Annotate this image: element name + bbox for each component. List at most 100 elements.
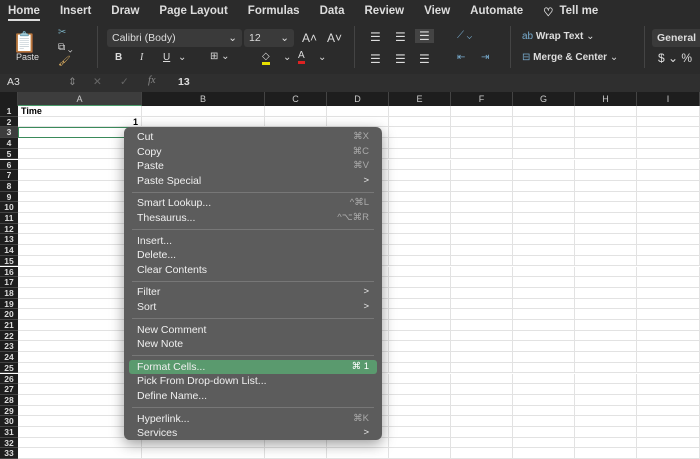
cell[interactable]: [575, 170, 637, 181]
align-center-icon[interactable]: ☰: [395, 52, 406, 66]
decrease-font-icon[interactable]: A˅: [327, 31, 342, 45]
row-header[interactable]: 18: [0, 287, 18, 299]
cell[interactable]: [451, 148, 513, 160]
increase-indent-icon[interactable]: ⇥: [481, 52, 489, 63]
menu-item-thesaurus[interactable]: Thesaurus... ^⌥⌘R: [129, 211, 377, 226]
cell[interactable]: [575, 245, 637, 256]
cell[interactable]: [451, 277, 513, 288]
cell[interactable]: [513, 437, 575, 449]
menu-item-clear-contents[interactable]: Clear Contents: [129, 263, 377, 278]
cell[interactable]: [389, 234, 451, 246]
cell[interactable]: [513, 127, 575, 139]
column-header-B[interactable]: B: [142, 92, 265, 106]
row-header[interactable]: 17: [0, 277, 18, 288]
menu-item-services[interactable]: Services >: [129, 426, 377, 441]
cell[interactable]: [513, 255, 575, 267]
menu-item-new-comment[interactable]: New Comment: [129, 323, 377, 338]
row-header[interactable]: 23: [0, 341, 18, 353]
enter-icon[interactable]: ✓: [120, 76, 129, 88]
cell[interactable]: [575, 373, 637, 385]
cell[interactable]: [389, 362, 451, 374]
menu-item-sort[interactable]: Sort >: [129, 300, 377, 315]
cell[interactable]: [637, 223, 700, 235]
cell[interactable]: [637, 437, 700, 449]
menu-item-paste-special[interactable]: Paste Special >: [129, 174, 377, 189]
cell[interactable]: [575, 330, 637, 342]
cell[interactable]: [513, 373, 575, 385]
cell[interactable]: [513, 298, 575, 310]
font-size-select[interactable]: 12 ⌄: [244, 29, 294, 47]
cell[interactable]: [637, 127, 700, 139]
cell[interactable]: [389, 448, 451, 459]
orientation-icon[interactable]: ⟋ ⌄: [457, 30, 472, 41]
cell[interactable]: [637, 245, 700, 256]
cell[interactable]: [575, 255, 637, 267]
cut-icon[interactable]: ✂: [58, 27, 66, 38]
column-header-E[interactable]: E: [389, 92, 451, 106]
cell[interactable]: [513, 309, 575, 320]
cell[interactable]: [389, 416, 451, 427]
row-header[interactable]: 29: [0, 405, 18, 417]
cell[interactable]: [451, 234, 513, 246]
cell[interactable]: [637, 298, 700, 310]
cell[interactable]: [389, 352, 451, 363]
row-header[interactable]: 4: [0, 138, 18, 149]
cell[interactable]: [389, 309, 451, 320]
cell[interactable]: [513, 223, 575, 235]
cell[interactable]: [637, 384, 700, 395]
cell[interactable]: [637, 277, 700, 288]
column-header-I[interactable]: I: [637, 92, 700, 106]
align-top-icon[interactable]: ☰: [370, 30, 381, 44]
cell[interactable]: [637, 159, 700, 171]
cell[interactable]: [575, 266, 637, 278]
cell[interactable]: [513, 148, 575, 160]
cell[interactable]: [513, 159, 575, 171]
cell[interactable]: [575, 213, 637, 224]
cell[interactable]: [327, 116, 389, 128]
cell[interactable]: [451, 394, 513, 406]
row-header[interactable]: 33: [0, 448, 18, 459]
tab-page-layout[interactable]: Page Layout: [159, 5, 227, 21]
cell[interactable]: [389, 138, 451, 149]
cell[interactable]: [513, 180, 575, 192]
cell[interactable]: [327, 448, 389, 459]
row-header[interactable]: 8: [0, 180, 18, 192]
row-header[interactable]: 22: [0, 330, 18, 342]
cell[interactable]: [513, 448, 575, 459]
align-left-icon[interactable]: ☰: [370, 52, 381, 66]
cell[interactable]: [451, 341, 513, 353]
cell[interactable]: [451, 330, 513, 342]
fill-color-dropdown-icon[interactable]: ⌄: [283, 52, 291, 63]
cell[interactable]: [575, 202, 637, 213]
cell[interactable]: [575, 148, 637, 160]
cell[interactable]: [637, 180, 700, 192]
cell[interactable]: [637, 416, 700, 427]
menu-item-cut[interactable]: Cut ⌘X: [129, 130, 377, 145]
borders-icon[interactable]: ⊞ ⌄: [210, 51, 230, 62]
cell[interactable]: [451, 202, 513, 213]
cell[interactable]: [637, 427, 700, 438]
cell[interactable]: [451, 373, 513, 385]
menu-item-define-name[interactable]: Define Name...: [129, 389, 377, 404]
row-header[interactable]: 13: [0, 234, 18, 246]
cell[interactable]: [637, 255, 700, 267]
cell[interactable]: [513, 277, 575, 288]
cell[interactable]: [18, 448, 142, 459]
cell[interactable]: [575, 394, 637, 406]
cell[interactable]: [265, 106, 327, 117]
row-header[interactable]: 3: [0, 127, 18, 139]
cell[interactable]: [513, 170, 575, 181]
cell-a1[interactable]: Time: [18, 106, 142, 117]
cell[interactable]: [513, 191, 575, 203]
cell[interactable]: [451, 106, 513, 117]
cell[interactable]: [389, 202, 451, 213]
row-header[interactable]: 15: [0, 255, 18, 267]
cell[interactable]: [389, 330, 451, 342]
align-right-icon[interactable]: ☰: [419, 52, 430, 66]
menu-item-insert[interactable]: Insert...: [129, 234, 377, 249]
cell[interactable]: [513, 266, 575, 278]
cell[interactable]: [575, 384, 637, 395]
cell[interactable]: [513, 116, 575, 128]
row-header[interactable]: 1: [0, 106, 18, 117]
cell[interactable]: [451, 223, 513, 235]
